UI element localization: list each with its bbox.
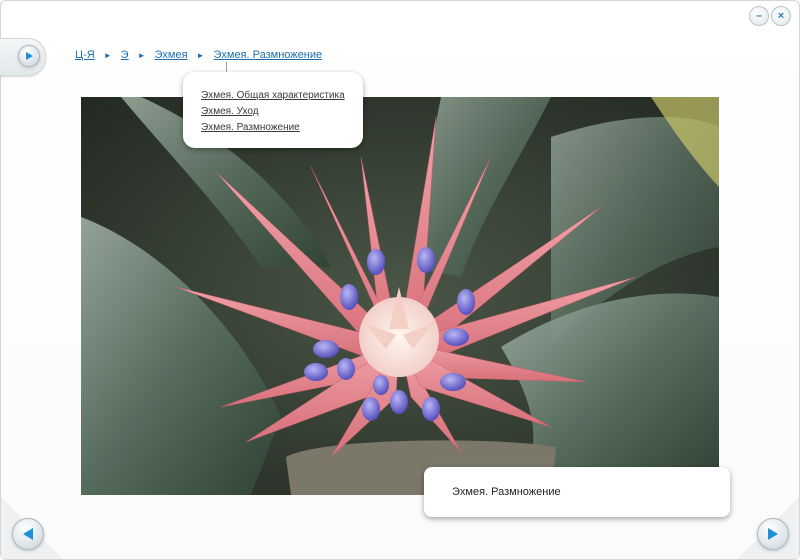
popup-menu-item[interactable]: Эхмея. Уход <box>201 104 363 120</box>
popup-pointer <box>226 62 227 72</box>
breadcrumb-separator-icon: ► <box>196 50 205 60</box>
popup-menu-list: Эхмея. Общая характеристика Эхмея. Уход … <box>183 72 363 136</box>
breadcrumb-separator-icon: ► <box>103 50 112 60</box>
breadcrumb-item-current[interactable]: Эхмея. Размножение <box>213 49 322 61</box>
popup-menu-item[interactable]: Эхмея. Общая характеристика <box>201 88 363 104</box>
bromeliad-flower-image <box>81 97 719 495</box>
minimize-button[interactable]: – <box>749 6 769 26</box>
popup-menu-item[interactable]: Эхмея. Размножение <box>201 120 363 136</box>
side-panel-toggle-button[interactable] <box>18 45 40 67</box>
breadcrumb-item-ekhmeya[interactable]: Эхмея <box>155 49 188 61</box>
popup-link-care[interactable]: Эхмея. Уход <box>201 106 259 117</box>
close-icon: × <box>777 9 785 22</box>
previous-page-button[interactable] <box>12 518 44 550</box>
breadcrumb: Ц-Я ► Э ► Эхмея ► Эхмея. Размножение <box>75 47 322 63</box>
plant-photo <box>81 97 719 495</box>
popup-link-propagation[interactable]: Эхмея. Размножение <box>201 122 300 133</box>
breadcrumb-dropdown-popup: Эхмея. Общая характеристика Эхмея. Уход … <box>183 72 363 148</box>
popup-link-general[interactable]: Эхмея. Общая характеристика <box>201 90 345 101</box>
caption-text: Эхмея. Размножение <box>452 486 561 498</box>
breadcrumb-item-e[interactable]: Э <box>121 49 129 61</box>
next-page-button[interactable] <box>757 518 789 550</box>
minimize-icon: – <box>755 9 763 22</box>
play-arrow-icon <box>26 52 33 60</box>
close-button[interactable]: × <box>771 6 791 26</box>
arrow-right-icon <box>768 528 778 540</box>
breadcrumb-item-c-ya[interactable]: Ц-Я <box>75 49 95 61</box>
image-caption: Эхмея. Размножение <box>424 467 730 517</box>
arrow-left-icon <box>23 528 33 540</box>
breadcrumb-separator-icon: ► <box>137 50 146 60</box>
